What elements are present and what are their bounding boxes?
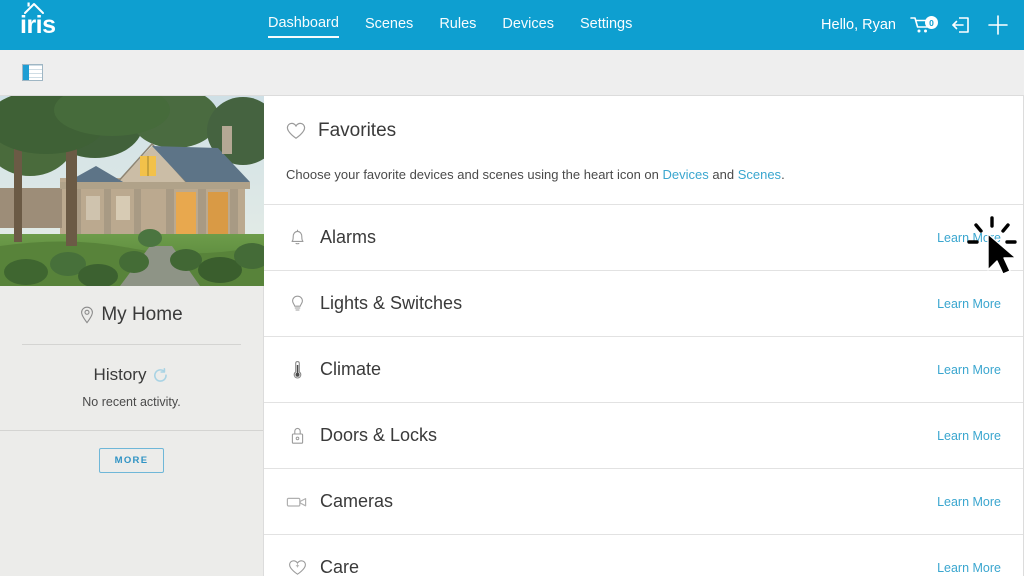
nav-item-dashboard[interactable]: Dashboard [268, 13, 339, 38]
panel-toggle-right-fill [29, 65, 42, 80]
row-label-care: Care [320, 557, 360, 576]
history-block: History No recent activity. [0, 345, 263, 409]
row-label-alarms: Alarms [320, 227, 377, 247]
row-label-cameras: Cameras [320, 491, 394, 511]
row-climate[interactable]: Climate Learn More [264, 336, 1023, 402]
history-label: History [93, 365, 147, 384]
row-label-climate: Climate [320, 359, 382, 379]
shopping-cart-button[interactable]: 0 [910, 14, 938, 36]
lightbulb-icon [286, 294, 308, 313]
favorites-description: Choose your favorite devices and scenes … [264, 166, 1023, 204]
main-panel: Favorites Choose your favorite devices a… [264, 96, 1024, 576]
page-title: Favorites [318, 120, 397, 141]
header-right-actions: Hello, Ryan 0 [821, 0, 1010, 50]
row-lights-switches[interactable]: Lights & Switches Learn More [264, 270, 1023, 336]
refresh-icon[interactable] [152, 367, 169, 383]
row-doors-locks[interactable]: Doors & Locks Learn More [264, 402, 1023, 468]
logout-icon [952, 17, 969, 33]
home-title: My Home [0, 286, 263, 344]
thermometer-icon [286, 360, 308, 380]
row-care[interactable]: Care Learn More [264, 534, 1023, 576]
more-button[interactable]: MORE [98, 448, 165, 473]
history-empty-text: No recent activity. [82, 395, 181, 409]
bell-icon [286, 228, 308, 247]
favorites-desc-mid: and [708, 167, 738, 182]
nav-item-scenes[interactable]: Scenes [365, 14, 413, 37]
favorites-desc-post: . [781, 167, 785, 182]
more-button-wrap: MORE [0, 431, 263, 473]
greeting-text: Hello, Ryan [821, 17, 896, 33]
padlock-icon [286, 426, 308, 445]
learn-more-cameras[interactable]: Learn More [937, 495, 1001, 509]
favorites-header: Favorites [264, 96, 1023, 166]
heart-icon [286, 122, 306, 139]
row-alarms[interactable]: Alarms Learn More [264, 204, 1023, 270]
favorites-desc-pre: Choose your favorite devices and scenes … [286, 167, 663, 182]
video-camera-icon [286, 495, 308, 509]
sidebar-panel-toggle-icon[interactable] [22, 64, 43, 81]
row-cameras[interactable]: Cameras Learn More [264, 468, 1023, 534]
logo-text: iris [20, 11, 56, 39]
learn-more-climate[interactable]: Learn More [937, 363, 1001, 377]
nav-item-devices[interactable]: Devices [502, 14, 554, 37]
home-name-text: My Home [101, 304, 183, 325]
cart-count-badge: 0 [925, 16, 938, 29]
house-icon [24, 2, 44, 14]
learn-more-alarms[interactable]: Learn More [937, 231, 1001, 245]
sub-toolbar [0, 50, 1024, 96]
house-photo [0, 96, 264, 286]
sidebar: My Home History No recent activity. MORE [0, 96, 264, 576]
nav-item-settings[interactable]: Settings [580, 14, 632, 37]
link-scenes[interactable]: Scenes [738, 167, 781, 182]
app-window: iris Dashboard Scenes Rules Devices Sett… [0, 0, 1024, 576]
learn-more-doors-locks[interactable]: Learn More [937, 429, 1001, 443]
heart-plus-icon [286, 559, 308, 576]
logo[interactable]: iris [0, 0, 264, 50]
learn-more-lights-switches[interactable]: Learn More [937, 297, 1001, 311]
nav-item-rules[interactable]: Rules [439, 14, 476, 37]
row-label-doors-locks: Doors & Locks [320, 425, 438, 445]
top-header: iris Dashboard Scenes Rules Devices Sett… [0, 0, 1024, 50]
history-header: History [0, 365, 263, 385]
logout-button[interactable] [950, 15, 972, 35]
map-pin-icon [81, 306, 94, 324]
add-button[interactable] [986, 13, 1010, 37]
learn-more-care[interactable]: Learn More [937, 561, 1001, 575]
row-label-lights-switches: Lights & Switches [320, 293, 463, 313]
main-nav: Dashboard Scenes Rules Devices Settings [268, 13, 632, 38]
link-devices[interactable]: Devices [663, 167, 709, 182]
plus-icon [988, 15, 1008, 35]
